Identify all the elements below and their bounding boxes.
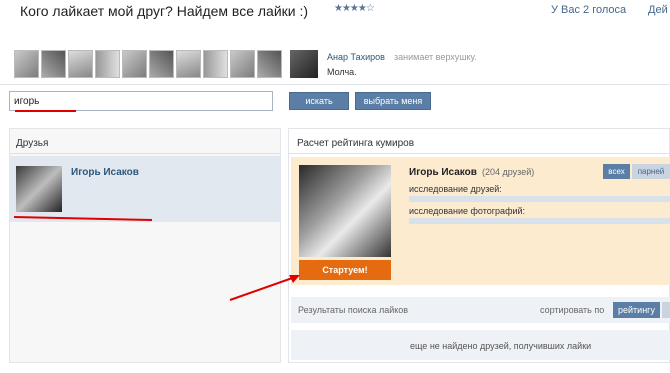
sort-rating-button[interactable]: рейтингу	[613, 302, 660, 318]
friend-thumb[interactable]	[14, 50, 39, 78]
friends-panel-title: Друзья	[16, 138, 49, 149]
divider	[0, 84, 670, 85]
progress-friends	[409, 196, 670, 202]
app-title: Кого лайкает мой друг? Найдем все лайки …	[20, 3, 309, 19]
choose-me-button[interactable]: выбрать меня	[355, 92, 431, 110]
sort-other-button[interactable]	[662, 302, 670, 318]
card-name: Игорь Исаков	[409, 167, 477, 178]
friend-thumb[interactable]	[230, 50, 255, 78]
friend-thumb[interactable]	[203, 50, 228, 78]
avatar[interactable]	[16, 166, 62, 212]
friend-thumb[interactable]	[257, 50, 282, 78]
filter-all-tab[interactable]: всех	[603, 164, 630, 179]
filter-guys-tab[interactable]: парней	[632, 164, 670, 179]
feed-action-text: занимает верхушку.	[394, 52, 477, 62]
friend-search-input[interactable]	[9, 91, 273, 111]
empty-results-text: еще не найдено друзей, получивших лайки	[410, 341, 592, 351]
votes-link[interactable]: У Вас 2 голоса	[551, 4, 626, 16]
friend-thumb[interactable]	[149, 50, 174, 78]
search-button[interactable]: искать	[289, 92, 349, 110]
friend-name-link[interactable]: Игорь Исаков	[71, 167, 139, 178]
friend-thumb[interactable]	[95, 50, 120, 78]
friend-thumb[interactable]	[68, 50, 93, 78]
avatar	[299, 165, 391, 257]
feed-author-link[interactable]: Анар Тахиров	[327, 52, 385, 62]
sort-label: сортировать по	[540, 305, 605, 315]
feed-text: Молча.	[327, 67, 357, 77]
friend-thumb[interactable]	[41, 50, 66, 78]
actions-link[interactable]: Дей	[648, 4, 668, 16]
start-button[interactable]: Стартуем!	[299, 260, 391, 280]
feed-avatar[interactable]	[290, 50, 318, 78]
rating-panel-title: Расчет рейтинга кумиров	[297, 138, 415, 149]
stat-photos-label: исследование фотографий:	[409, 206, 526, 216]
progress-photos	[409, 218, 670, 224]
friend-thumb[interactable]	[122, 50, 147, 78]
card-friends-count: (204 друзей)	[482, 167, 535, 177]
results-label: Результаты поиска лайков	[298, 305, 409, 315]
stat-friends-label: исследование друзей:	[409, 184, 502, 194]
divider	[9, 153, 281, 154]
friend-avatars-strip	[14, 50, 284, 78]
friend-thumb[interactable]	[176, 50, 201, 78]
rating-stars-icon[interactable]: ★★★★☆	[334, 3, 375, 14]
divider	[288, 153, 670, 154]
